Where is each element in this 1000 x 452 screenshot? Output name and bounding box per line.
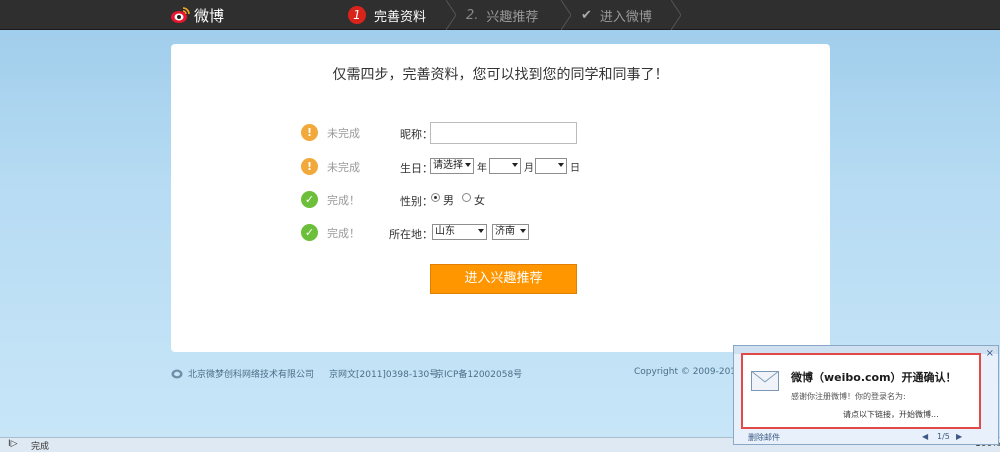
warning-icon: ! — [301, 124, 318, 141]
footer-license-2[interactable]: 京ICP备12002058号 — [435, 367, 522, 380]
status-text: 完成 — [31, 442, 50, 452]
step-2-number: 2. — [466, 7, 479, 23]
city-value: 济南 — [495, 226, 515, 237]
gender-row: ✓ 完成！ 性别： 男 女 — [171, 189, 830, 213]
gender-status: 完成！ — [327, 194, 360, 207]
birthday-row: ! 未完成 生日： 请选择 年 月 日 — [171, 156, 830, 180]
chevron-down-icon — [512, 163, 518, 167]
nickname-row: ! 未完成 昵称： — [171, 122, 830, 146]
chevron-down-icon — [520, 229, 526, 233]
notification-title: 微博（weibo.com）开通确认！ — [791, 371, 957, 384]
chevron-down-icon — [465, 163, 471, 167]
gender-male-radio[interactable] — [431, 193, 440, 202]
weibo-small-icon — [171, 369, 183, 379]
city-select[interactable]: 济南 — [492, 224, 529, 240]
progress-steps: 1 完善资料 2. 兴趣推荐 ✔ 进入微博 — [330, 0, 681, 30]
step-2-label: 兴趣推荐 — [486, 9, 539, 25]
page-title: 仅需四步，完善资料，您可以找到您的同学和同事了！ — [332, 67, 669, 83]
step-1-number: 1 — [348, 6, 366, 24]
top-bar: 微博 1 完善资料 2. 兴趣推荐 ✔ 进入微博 — [0, 0, 1000, 30]
profile-card: 仅需四步，完善资料，您可以找到您的同学和同事了！ ! 未完成 昵称： ! 未完成… — [171, 44, 830, 352]
watermark: jingyan.baidu.com — [800, 400, 912, 414]
birthday-status: 未完成 — [327, 161, 360, 174]
step-3-label: 进入微博 — [599, 9, 652, 25]
step-2: 2. 兴趣推荐 — [448, 0, 571, 30]
step-3: ✔ 进入微博 — [563, 0, 681, 30]
gender-male-label[interactable]: 男 — [443, 192, 454, 208]
birth-month-select[interactable] — [489, 158, 521, 174]
footer-license-1[interactable]: 京网文[2011]0398-130号 — [329, 367, 438, 380]
step-1-label: 完善资料 — [374, 9, 427, 25]
close-icon[interactable]: × — [986, 348, 994, 359]
notification-pager: 1/5 — [937, 432, 950, 441]
birth-day-select[interactable] — [535, 158, 567, 174]
month-unit: 月 — [524, 163, 534, 174]
location-label: 所在地： — [389, 228, 433, 241]
notification-body[interactable]: 微博（weibo.com）开通确认！ 感谢你注册微博！你的登录名为: 请点以下链… — [741, 353, 981, 429]
page-status-icon: I▷ — [8, 439, 18, 449]
page-footer: 北京微梦创科网络技术有限公司 京网文[2011]0398-130号 京ICP备1… — [171, 367, 751, 381]
birthday-label: 生日： — [400, 162, 433, 175]
footer-copyright: Copyright © 2009-2014 — [634, 367, 742, 377]
nickname-input[interactable] — [430, 122, 577, 144]
province-select[interactable]: 山东 — [432, 224, 487, 240]
gender-label: 性别： — [400, 195, 433, 208]
weibo-logo[interactable]: 微博 — [170, 5, 224, 25]
province-value: 山东 — [435, 226, 455, 237]
location-row: ✓ 完成！ 所在地： 山东 济南 — [171, 222, 830, 246]
next-interest-button[interactable]: 进入兴趣推荐 — [430, 264, 577, 294]
check-circle-icon: ✓ — [301, 224, 318, 241]
prev-arrow-icon[interactable]: ◀ — [922, 432, 928, 441]
footer-company[interactable]: 北京微梦创科网络技术有限公司 — [188, 367, 314, 380]
nickname-label: 昵称： — [400, 128, 433, 141]
location-status: 完成！ — [327, 227, 360, 240]
chevron-down-icon — [478, 229, 484, 233]
envelope-icon — [751, 371, 779, 391]
step-separator-icon — [671, 0, 681, 30]
day-unit: 日 — [570, 163, 580, 174]
birth-year-value: 请选择 — [433, 160, 463, 171]
nickname-status: 未完成 — [327, 127, 360, 140]
notification-footer: 删除邮件 ◀ 1/5 ▶ — [734, 431, 998, 445]
birth-year-select[interactable]: 请选择 — [430, 158, 474, 174]
warning-icon: ! — [301, 158, 318, 175]
check-circle-icon: ✓ — [301, 191, 318, 208]
weibo-eye-icon — [171, 7, 190, 23]
delete-mail-link[interactable]: 删除邮件 — [748, 432, 780, 443]
gender-female-radio[interactable] — [462, 193, 471, 202]
step-1: 1 完善资料 — [330, 0, 456, 30]
check-icon: ✔ — [581, 7, 592, 23]
year-unit: 年 — [477, 163, 487, 174]
gender-female-label[interactable]: 女 — [474, 192, 485, 208]
chevron-down-icon — [558, 163, 564, 167]
next-arrow-icon[interactable]: ▶ — [956, 432, 962, 441]
mail-notification[interactable]: × 微博（weibo.com）开通确认！ 感谢你注册微博！你的登录名为: 请点以… — [733, 345, 999, 445]
logo-text: 微博 — [194, 6, 225, 25]
